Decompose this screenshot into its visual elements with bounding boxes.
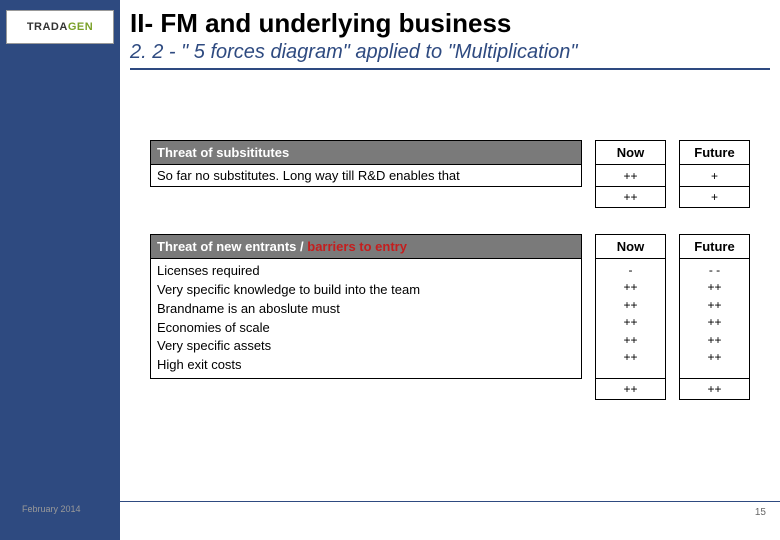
row-future: ++ — [686, 349, 743, 366]
row-future: ++ — [686, 314, 743, 331]
footer-date: February 2014 — [22, 504, 81, 514]
summary-row: ++ ++ — [151, 379, 750, 400]
threat-heading: Threat of subsititutes — [151, 141, 582, 165]
row-now: ++ — [602, 279, 659, 296]
row-desc: High exit costs — [157, 356, 575, 375]
slide-header: II- FM and underlying business 2. 2 - " … — [130, 8, 770, 70]
col-now: Now — [596, 141, 666, 165]
sum-future: + — [680, 187, 750, 208]
sum-now: ++ — [596, 379, 666, 400]
table-row: So far no substitutes. Long way till R&D… — [151, 165, 750, 187]
row-now: ++ — [602, 297, 659, 314]
col-future: Future — [680, 141, 750, 165]
row-future: ++ — [686, 332, 743, 349]
threat-entrants-table: Threat of new entrants / barriers to ent… — [150, 234, 750, 400]
row-desc: Brandname is an aboslute must — [157, 300, 575, 319]
navy-sidebar — [0, 0, 120, 540]
row-now: ++ — [602, 332, 659, 349]
col-now: Now — [596, 235, 666, 259]
threat-heading: Threat of new entrants / barriers to ent… — [151, 235, 582, 259]
rows-future-block: - - ++ ++ ++ ++ ++ — [680, 259, 750, 379]
row-future: - - — [686, 262, 743, 279]
page-title: II- FM and underlying business — [130, 8, 770, 39]
footer-divider — [120, 501, 780, 502]
row-future: + — [680, 165, 750, 187]
table-header-row: Threat of subsititutes Now Future — [151, 141, 750, 165]
rows-now-block: - ++ ++ ++ ++ ++ — [596, 259, 666, 379]
row-desc: Licenses required — [157, 262, 575, 281]
sum-now: ++ — [596, 187, 666, 208]
logo-text-right: GEN — [68, 21, 93, 33]
col-future: Future — [680, 235, 750, 259]
heading-part-a: Threat of new entrants / — [157, 239, 307, 254]
row-desc: Economies of scale — [157, 319, 575, 338]
heading-part-b: barriers to entry — [307, 239, 407, 254]
row-desc: Very specific assets — [157, 337, 575, 356]
threat-substitutes-table: Threat of subsititutes Now Future So far… — [150, 140, 750, 208]
row-now: ++ — [596, 165, 666, 187]
table-header-row: Threat of new entrants / barriers to ent… — [151, 235, 750, 259]
row-future: ++ — [686, 279, 743, 296]
page-number: 15 — [755, 507, 766, 518]
row-now: ++ — [602, 314, 659, 331]
row-now: ++ — [602, 349, 659, 366]
sum-future: ++ — [680, 379, 750, 400]
row-future: ++ — [686, 297, 743, 314]
summary-row: ++ + — [151, 187, 750, 208]
row-desc: So far no substitutes. Long way till R&D… — [151, 165, 582, 187]
rows-desc-block: Licenses required Very specific knowledg… — [151, 259, 582, 379]
row-desc: Very specific knowledge to build into th… — [157, 281, 575, 300]
brand-logo: TRADAGEN — [6, 10, 114, 44]
row-now: - — [602, 262, 659, 279]
slide-content: Threat of subsititutes Now Future So far… — [150, 140, 750, 426]
page-subtitle: 2. 2 - " 5 forces diagram" applied to "M… — [130, 41, 770, 70]
logo-text-left: TRADA — [27, 21, 68, 33]
